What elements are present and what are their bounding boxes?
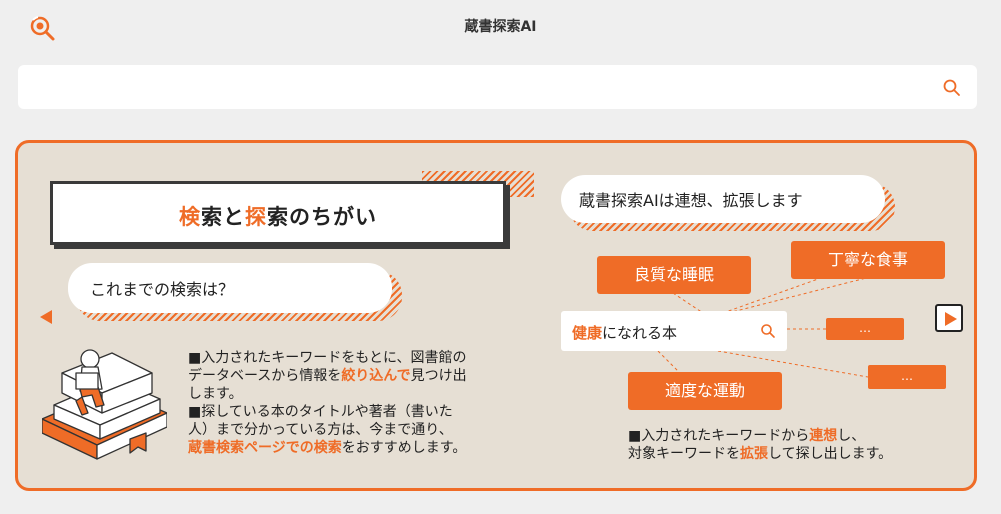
section-heading-box: 検索と探索のちがい (50, 181, 506, 245)
expanded-keyword-tag: 適度な運動 (628, 372, 782, 410)
search-bar (18, 65, 977, 109)
expanded-keyword-tag: 良質な睡眠 (597, 256, 751, 294)
more-keyword-tag: … (826, 318, 904, 340)
section-heading: 検索と探索のちがい (179, 205, 377, 229)
example-keyword: 健康になれる本 (572, 324, 678, 342)
expanded-keyword-tag: 丁寧な食事 (791, 241, 945, 279)
left-speech-bubble: これまでの検索は？ (68, 263, 392, 313)
app-title: 蔵書探索AI (464, 19, 537, 35)
more-keyword-tag: … (868, 365, 946, 389)
search-input[interactable] (32, 75, 916, 101)
header: 蔵書探索AI (0, 0, 1001, 56)
search-icon[interactable] (941, 77, 963, 99)
right-bubble-text: 蔵書探索AIは連想、拡張します (579, 191, 803, 210)
example-keyword-box: 健康になれる本 (561, 311, 787, 351)
left-bubble-text: これまでの検索は？ (90, 280, 235, 299)
comparison-panel: 検索と探索のちがい これまでの検索は？ 蔵書探索AIは連想、拡張します ■入力さ… (15, 140, 977, 491)
search-icon (761, 324, 775, 338)
right-speech-bubble: 蔵書探索AIは連想、拡張します (561, 175, 885, 223)
